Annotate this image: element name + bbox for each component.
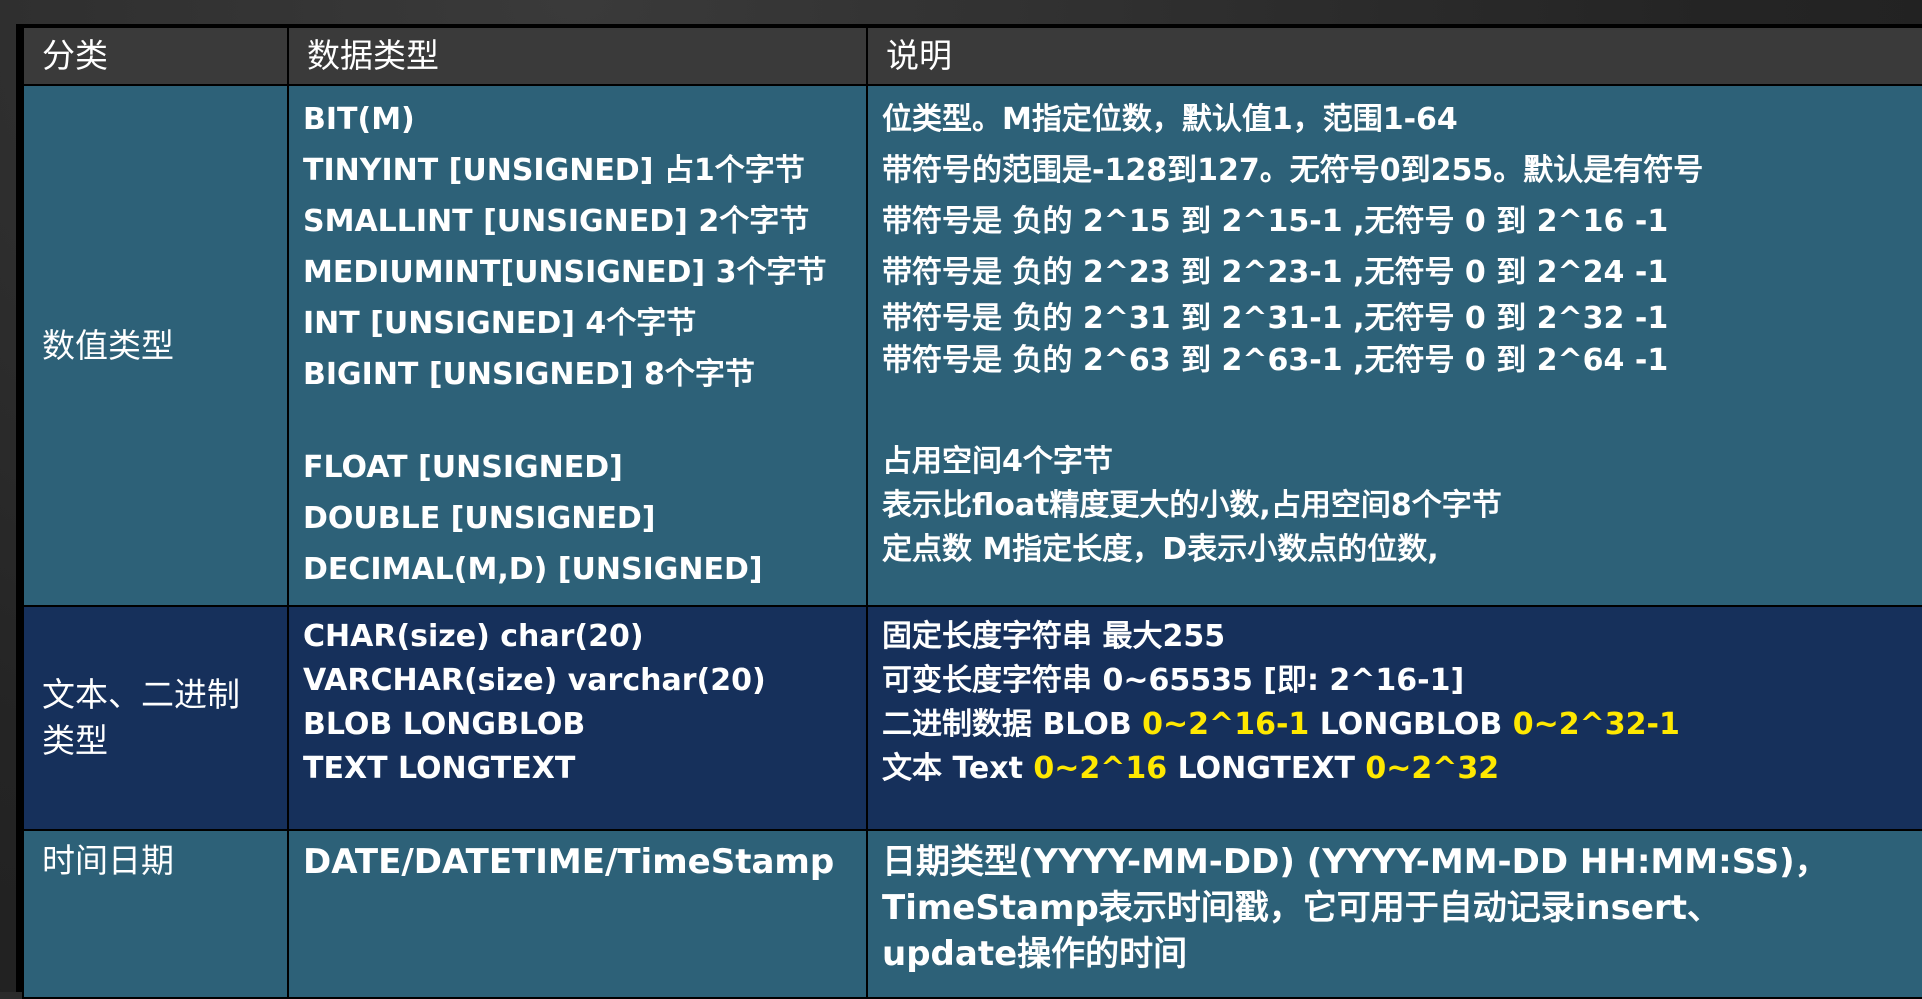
type-char: CHAR(size) char(20) <box>303 619 644 654</box>
desc-decimal: 定点数 M指定长度，D表示小数点的位数, <box>882 532 1439 567</box>
text-category: 文本、二进制类型 <box>24 607 287 829</box>
desc-bigint: 带符号是 负的 2^63 到 2^63-1 ,无符号 0 到 2^64 -1 <box>882 343 1669 378</box>
text-binary-row: 文本、二进制类型 CHAR(size) char(20) VARCHAR(siz… <box>22 605 1922 831</box>
type-float: FLOAT [UNSIGNED] <box>303 450 623 485</box>
desc-blob-label: 二进制数据 BLOB <box>882 707 1143 742</box>
type-mediumint: MEDIUMINT[UNSIGNED] 3个字节 <box>303 255 827 290</box>
longblob-range: 0~2^32-1 <box>1512 707 1680 742</box>
datetime-category: 时间日期 <box>42 841 174 880</box>
type-datetime: DATE/DATETIME/TimeStamp <box>303 842 835 882</box>
desc-varchar: 可变长度字符串 0~65535 [即: 2^16-1] <box>882 663 1465 698</box>
desc-bit: 位类型。M指定位数，默认值1，范围1-64 <box>882 102 1458 137</box>
desc-char: 固定长度字符串 最大255 <box>882 619 1226 654</box>
type-bit: BIT(M) <box>303 102 415 137</box>
header-category: 分类 <box>42 36 108 75</box>
header-row: 分类 数据类型 说明 <box>22 26 1922 86</box>
desc-datetime-1: 日期类型(YYYY-MM-DD) (YYYY-MM-DD HH:MM:SS)， <box>882 842 1829 882</box>
desc-text: 文本 Text 0~2^16 LONGTEXT 0~2^32 <box>882 747 1922 791</box>
desc-tinyint: 带符号的范围是-128到127。无符号0到255。默认是有符号 <box>882 153 1704 188</box>
header-description: 说明 <box>886 36 952 75</box>
type-decimal: DECIMAL(M,D) [UNSIGNED] <box>303 552 763 587</box>
desc-longblob-label: LONGBLOB <box>1309 707 1513 742</box>
text-range: 0~2^16 <box>1033 751 1168 786</box>
datetime-row: 时间日期 DATE/DATETIME/TimeStamp 日期类型(YYYY-M… <box>22 829 1922 999</box>
datetime-descriptions: 日期类型(YYYY-MM-DD) (YYYY-MM-DD HH:MM:SS)， … <box>868 831 1922 977</box>
desc-longtext-label: LONGTEXT <box>1167 751 1366 786</box>
numeric-descriptions: 位类型。M指定位数，默认值1，范围1-64 带符号的范围是-128到127。无符… <box>868 86 1922 572</box>
header-data-type: 数据类型 <box>307 36 439 75</box>
type-varchar: VARCHAR(size) varchar(20) <box>303 663 766 698</box>
text-types: CHAR(size) char(20) VARCHAR(size) varcha… <box>289 607 866 791</box>
desc-blob: 二进制数据 BLOB 0~2^16-1 LONGBLOB 0~2^32-1 <box>882 703 1922 747</box>
type-double: DOUBLE [UNSIGNED] <box>303 501 656 536</box>
longtext-range: 0~2^32 <box>1365 751 1500 786</box>
desc-double: 表示比float精度更大的小数,占用空间8个字节 <box>882 488 1502 523</box>
text-descriptions: 固定长度字符串 最大255 可变长度字符串 0~65535 [即: 2^16-1… <box>868 607 1922 791</box>
datetime-types: DATE/DATETIME/TimeStamp <box>289 831 866 885</box>
numeric-row: 数值类型 BIT(M) TINYINT [UNSIGNED] 占1个字节 SMA… <box>22 84 1922 607</box>
type-blob: BLOB LONGBLOB <box>303 707 586 742</box>
desc-mediumint: 带符号是 负的 2^23 到 2^23-1 ,无符号 0 到 2^24 -1 <box>882 255 1669 290</box>
type-int: INT [UNSIGNED] 4个字节 <box>303 306 697 341</box>
mysql-data-types-table: 分类 数据类型 说明 数值类型 BIT(M) TINYINT [UNSIGNED… <box>22 26 1922 999</box>
type-tinyint: TINYINT [UNSIGNED] 占1个字节 <box>303 153 805 188</box>
desc-text-label: 文本 Text <box>882 751 1034 786</box>
desc-datetime-2: TimeStamp表示时间戳，它可用于自动记录insert、 <box>882 888 1721 928</box>
numeric-types: BIT(M) TINYINT [UNSIGNED] 占1个字节 SMALLINT… <box>289 86 866 595</box>
blob-range: 0~2^16-1 <box>1142 707 1310 742</box>
type-bigint: BIGINT [UNSIGNED] 8个字节 <box>303 357 755 392</box>
desc-float: 占用空间4个字节 <box>882 444 1113 479</box>
desc-datetime-3: update操作的时间 <box>882 934 1188 974</box>
type-smallint: SMALLINT [UNSIGNED] 2个字节 <box>303 204 810 239</box>
desc-smallint: 带符号是 负的 2^15 到 2^15-1 ,无符号 0 到 2^16 -1 <box>882 204 1669 239</box>
text-category-label: 文本、二进制类型 <box>42 675 240 760</box>
numeric-category: 数值类型 <box>42 325 174 365</box>
desc-int: 带符号是 负的 2^31 到 2^31-1 ,无符号 0 到 2^32 -1 <box>882 301 1669 336</box>
type-text: TEXT LONGTEXT <box>303 751 576 786</box>
